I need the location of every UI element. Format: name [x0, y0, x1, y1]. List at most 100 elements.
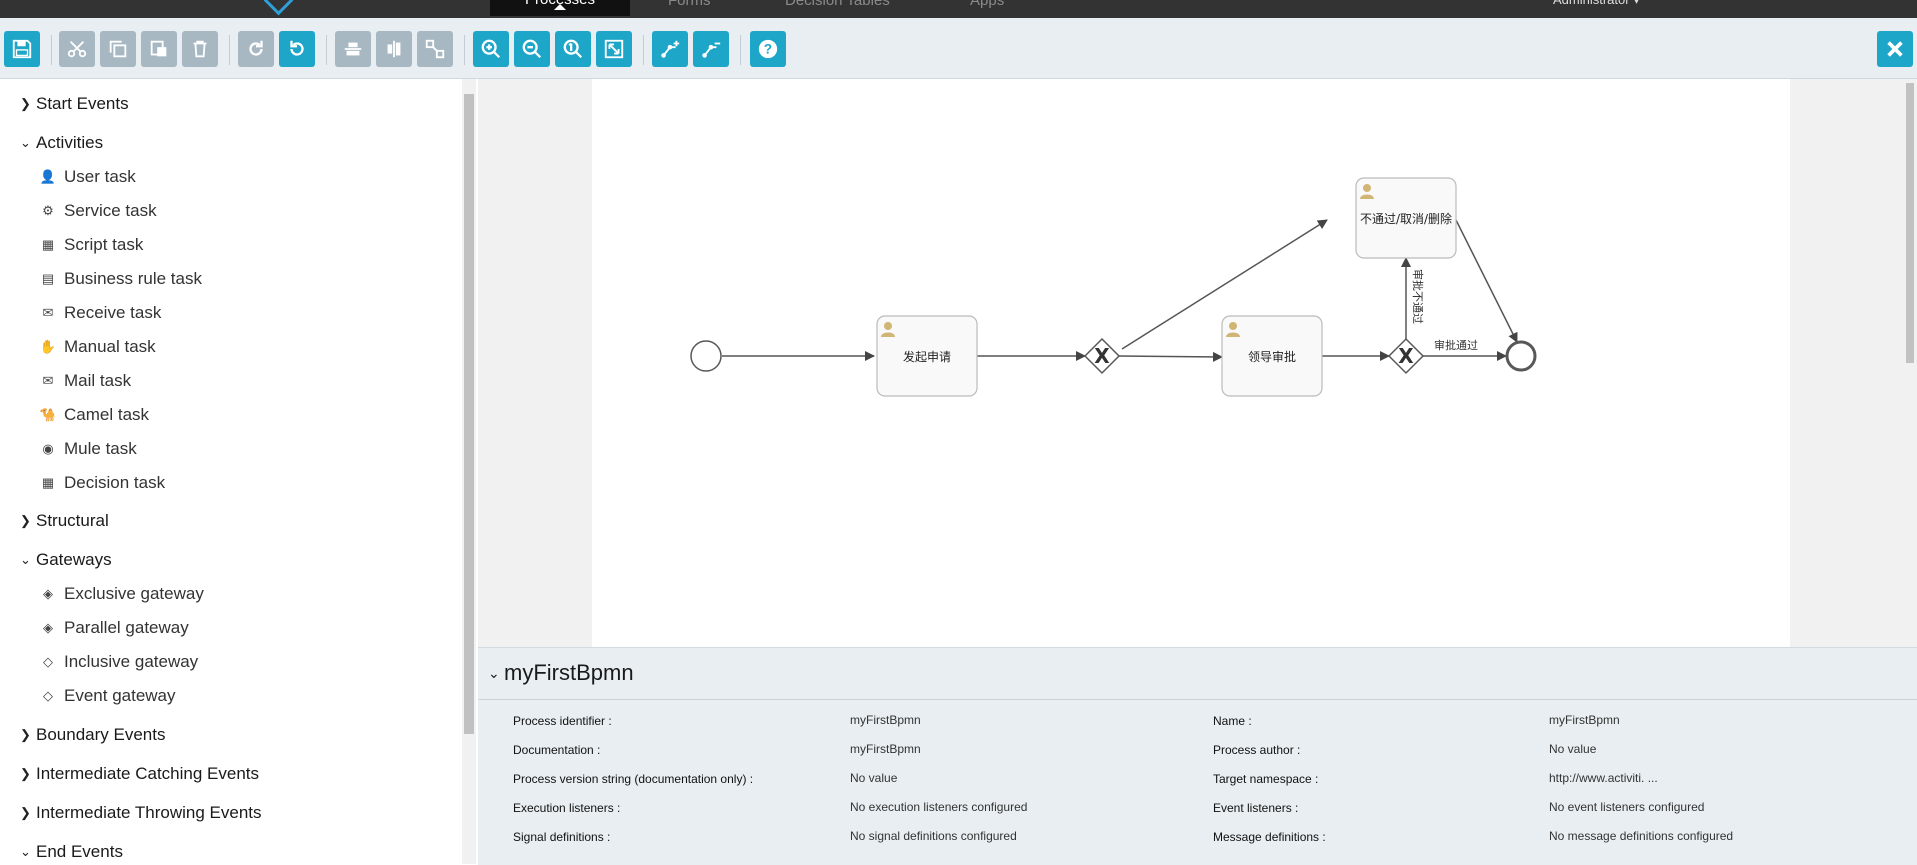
prop-value[interactable]: myFirstBpmn [850, 713, 921, 727]
scrollbar-thumb[interactable] [1906, 83, 1914, 363]
palette-item-camel-task[interactable]: 🐪 Camel task [40, 405, 149, 425]
copy-button[interactable] [100, 31, 136, 67]
palette-item-inclusive-gateway[interactable]: ◇ Inclusive gateway [40, 652, 198, 672]
bend-remove-icon [702, 42, 721, 58]
toolbar-separator [464, 35, 465, 65]
prop-value[interactable]: http://www.activiti. ... [1549, 771, 1658, 785]
palette-group-start-events[interactable]: ❯ Start Events [20, 94, 129, 114]
exclusive-gateway-icon: ◈ [43, 586, 53, 601]
user-icon: 👤 [39, 169, 57, 184]
chevron-right-icon: ❯ [20, 96, 31, 111]
prop-value[interactable]: No event listeners configured [1549, 800, 1704, 814]
palette-scrollbar[interactable] [462, 79, 476, 864]
group-label: Activities [36, 133, 104, 152]
properties-title[interactable]: ⌄ myFirstBpmn [488, 660, 634, 686]
palette-group-gateways[interactable]: ⌄ Gateways [20, 550, 112, 570]
save-button[interactable] [4, 31, 40, 67]
tab-processes[interactable]: Processes [490, 0, 631, 16]
end-event[interactable] [1505, 340, 1537, 372]
cut-button[interactable] [59, 31, 95, 67]
bpmn-canvas[interactable]: 发起申请 X 领导审批 X 不通过/取消/删除 审批不通过 审批通过 [592, 79, 1790, 647]
prop-value[interactable]: myFirstBpmn [1549, 713, 1620, 727]
bpmn-diagram: 发起申请 X 领导审批 X 不通过/取消/删除 审批不通过 审批通过 [690, 177, 1537, 397]
palette-item-mule-task[interactable]: ◉ Mule task [40, 439, 136, 459]
bend-add-icon [661, 40, 680, 58]
palette-group-structural[interactable]: ❯ Structural [20, 511, 109, 531]
zoom-in-button[interactable] [473, 31, 509, 67]
undo-button[interactable] [279, 31, 315, 67]
palette-item-receive-task[interactable]: ✉ Receive task [40, 303, 162, 323]
palette-group-end-events[interactable]: ⌄ End Events [20, 842, 123, 862]
align-vertical-button[interactable] [376, 31, 412, 67]
redo-icon [249, 40, 263, 56]
prop-value[interactable]: No message definitions configured [1549, 829, 1733, 843]
palette-item-script-task[interactable]: ▦ Script task [40, 235, 144, 255]
chevron-right-icon: ❯ [20, 727, 31, 742]
group-label: Intermediate Catching Events [36, 764, 260, 783]
palette-group-intermediate-catching-events[interactable]: ❯ Intermediate Catching Events [20, 764, 259, 784]
toolbar-separator [643, 35, 644, 65]
sequence-flow[interactable] [1455, 219, 1518, 343]
palette-item-business-rule-task[interactable]: ▤ Business rule task [40, 269, 202, 289]
prop-value[interactable]: No execution listeners configured [850, 800, 1027, 814]
palette-item-event-gateway[interactable]: ◇ Event gateway [40, 686, 176, 706]
palette-item-manual-task[interactable]: ✋ Manual task [40, 337, 156, 357]
start-event[interactable] [690, 340, 722, 372]
palette-item-decision-task[interactable]: ▦ Decision task [40, 473, 165, 493]
redo-button[interactable] [238, 31, 274, 67]
remove-bendpoint-button[interactable] [693, 31, 729, 67]
user-task-leader[interactable]: 领导审批 [1221, 315, 1323, 397]
properties-panel: ⌄ myFirstBpmn Process identifier : myFirs… [478, 647, 1917, 865]
palette-item-service-task[interactable]: ⚙ Service task [40, 201, 156, 221]
user-task-apply[interactable]: 发起申请 [876, 315, 978, 397]
prop-label: Event listeners : [1213, 801, 1299, 815]
top-navigation: Processes Forms Decision Tables Apps Adm… [0, 0, 1917, 18]
item-label: Script task [64, 235, 144, 254]
tab-decision-tables[interactable]: Decision Tables [785, 0, 890, 9]
chevron-down-icon: ⌄ [20, 844, 31, 859]
close-icon [1887, 41, 1903, 57]
user-task-reject[interactable]: 不通过/取消/删除 [1355, 177, 1457, 259]
help-button[interactable]: ? [750, 31, 786, 67]
tab-forms[interactable]: Forms [668, 0, 711, 9]
palette-item-exclusive-gateway[interactable]: ◈ Exclusive gateway [40, 584, 204, 604]
toolbar-separator [740, 35, 741, 65]
app-logo[interactable] [263, 0, 294, 16]
item-label: Parallel gateway [64, 618, 189, 637]
palette-item-user-task[interactable]: 👤 User task [40, 167, 136, 187]
process-name: myFirstBpmn [504, 660, 634, 685]
prop-value[interactable]: No value [850, 771, 897, 785]
zoom-fit-button[interactable] [596, 31, 632, 67]
prop-value[interactable]: myFirstBpmn [850, 742, 921, 756]
palette-group-boundary-events[interactable]: ❯ Boundary Events [20, 725, 165, 745]
align-horizontal-button[interactable] [335, 31, 371, 67]
close-editor-button[interactable] [1877, 31, 1913, 67]
scrollbar-thumb[interactable] [464, 94, 474, 734]
item-label: Inclusive gateway [64, 652, 199, 671]
prop-value[interactable]: No value [1549, 742, 1596, 756]
divider [478, 699, 1917, 700]
tab-apps[interactable]: Apps [970, 0, 1004, 9]
same-size-icon [425, 39, 445, 59]
exclusive-gateway-1[interactable]: X [1083, 337, 1121, 375]
add-bendpoint-button[interactable] [652, 31, 688, 67]
palette-item-mail-task[interactable]: ✉ Mail task [40, 371, 132, 391]
same-size-button[interactable] [417, 31, 453, 67]
sequence-flow[interactable] [1118, 351, 1223, 362]
mail-icon: ✉ [42, 373, 54, 388]
user-menu[interactable]: Administrator ▾ [1553, 0, 1640, 8]
canvas-scrollbar[interactable] [1903, 79, 1917, 647]
palette-item-parallel-gateway[interactable]: ◈ Parallel gateway [40, 618, 189, 638]
group-label: Boundary Events [36, 725, 166, 744]
item-label: Manual task [64, 337, 156, 356]
zoom-actual-button[interactable] [555, 31, 591, 67]
zoom-out-button[interactable] [514, 31, 550, 67]
cut-icon [67, 41, 87, 58]
exclusive-gateway-2[interactable]: X [1387, 337, 1425, 375]
parallel-gateway-icon: ◈ [43, 620, 53, 635]
prop-value[interactable]: No signal definitions configured [850, 829, 1017, 843]
palette-group-intermediate-throwing-events[interactable]: ❯ Intermediate Throwing Events [20, 803, 262, 823]
delete-button[interactable] [182, 31, 218, 67]
paste-button[interactable] [141, 31, 177, 67]
palette-group-activities[interactable]: ⌄ Activities [20, 133, 103, 153]
